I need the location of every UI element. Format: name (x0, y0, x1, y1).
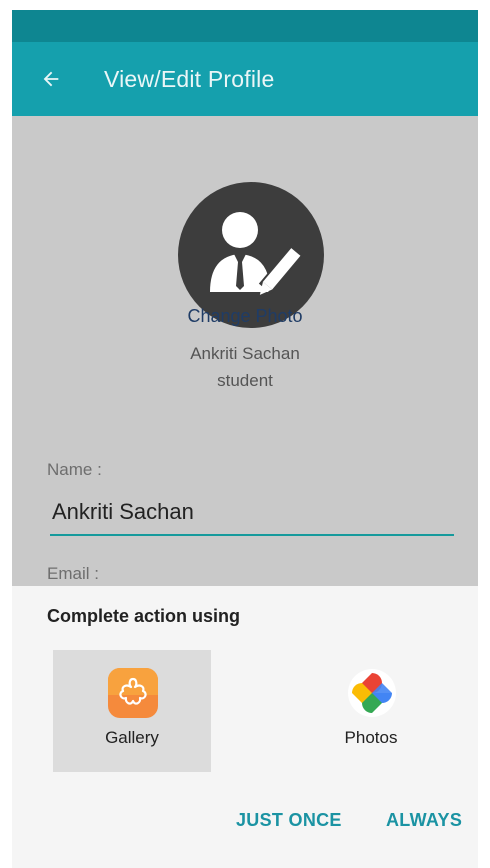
email-label: Email : (47, 564, 99, 583)
arrow-left-icon (43, 71, 59, 87)
status-bar (12, 10, 478, 42)
gallery-icon (108, 668, 158, 718)
profile-role: student (217, 371, 273, 390)
photos-label: Photos (344, 728, 398, 747)
name-label: Name : (47, 460, 102, 479)
app-bar: View/Edit Profile (12, 42, 478, 116)
phone-screen: View/Edit Profile Change Photo Ankriti S… (12, 10, 478, 868)
gallery-option[interactable]: Gallery (53, 650, 211, 772)
gallery-label: Gallery (105, 728, 159, 747)
just-once-button[interactable]: JUST ONCE (236, 810, 342, 831)
name-input[interactable] (50, 490, 454, 536)
profile-content: Change Photo Ankriti Sachan student Name… (12, 116, 478, 586)
change-photo-link[interactable]: Change Photo (12, 306, 478, 327)
profile-name: Ankriti Sachan (190, 344, 300, 363)
app-chooser-sheet: Complete action using Gallery Photos JUS… (12, 586, 478, 868)
photos-option[interactable]: Photos (292, 650, 450, 772)
always-button[interactable]: ALWAYS (386, 810, 462, 831)
photos-icon (348, 669, 396, 717)
chooser-title: Complete action using (47, 606, 241, 626)
page-title: View/Edit Profile (104, 65, 275, 92)
back-button[interactable] (36, 64, 66, 94)
